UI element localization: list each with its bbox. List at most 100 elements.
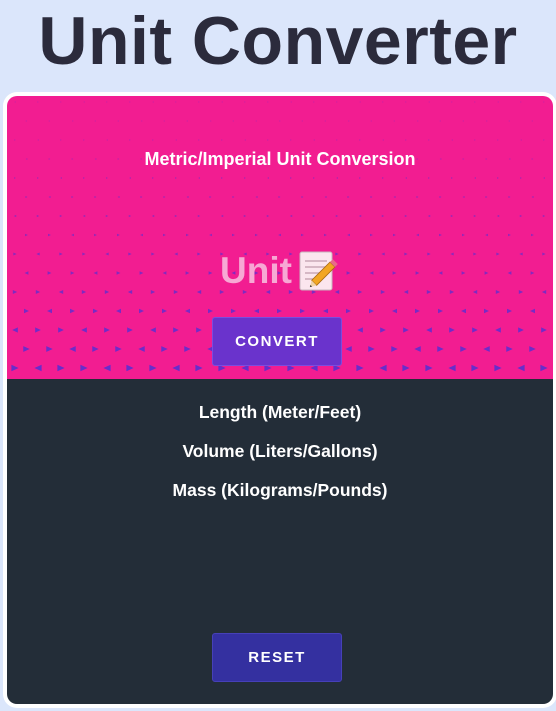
- pattern-triangle: [25, 233, 28, 237]
- pattern-triangle: [69, 346, 76, 352]
- pattern-triangle: [393, 233, 396, 237]
- pattern-triangle: [163, 233, 166, 237]
- pattern-triangle: [359, 177, 361, 179]
- pattern-triangle: [69, 308, 76, 314]
- pattern-triangle: [34, 364, 42, 372]
- pattern-triangle: [460, 308, 467, 314]
- pattern-triangle: [14, 177, 16, 179]
- pattern-triangle: [359, 101, 361, 103]
- pattern-triangle: [161, 346, 168, 352]
- pattern-triangle: [37, 139, 39, 141]
- pattern-triangle: [494, 364, 502, 372]
- pattern-triangle: [209, 196, 212, 198]
- pattern-triangle: [197, 214, 201, 218]
- pattern-triangle: [267, 101, 269, 103]
- pattern-triangle: [345, 346, 352, 352]
- pattern-triangle: [289, 214, 293, 218]
- pattern-triangle: [543, 101, 545, 103]
- pattern-triangle: [230, 308, 237, 314]
- pattern-triangle: [370, 196, 373, 198]
- pattern-triangle: [255, 233, 258, 237]
- pattern-triangle: [71, 233, 74, 237]
- pattern-triangle: [14, 139, 16, 141]
- pattern-triangle: [405, 101, 407, 103]
- pattern-triangle: [105, 214, 109, 218]
- pattern-triangle: [163, 120, 166, 122]
- pattern-triangle: [520, 177, 522, 179]
- pattern-triangle: [115, 346, 122, 352]
- hero-section: Metric/Imperial Unit Conversion Unit CON…: [7, 96, 553, 379]
- pattern-triangle: [347, 196, 350, 198]
- pattern-triangle: [359, 139, 361, 141]
- pattern-triangle: [416, 233, 419, 237]
- pattern-triangle: [138, 308, 145, 314]
- pattern-triangle: [278, 196, 281, 198]
- pattern-triangle: [414, 308, 421, 314]
- pattern-triangle: [57, 364, 65, 372]
- pattern-triangle: [474, 101, 476, 103]
- unit-heading-text: Unit: [220, 250, 292, 291]
- pattern-triangle: [221, 139, 223, 141]
- pattern-triangle: [474, 139, 476, 141]
- pattern-triangle: [357, 327, 363, 333]
- pattern-triangle: [198, 139, 200, 141]
- pattern-triangle: [207, 308, 214, 314]
- pattern-triangle: [322, 308, 329, 314]
- pattern-triangle: [437, 308, 444, 314]
- pattern-triangle: [324, 120, 327, 122]
- pattern-triangle: [82, 214, 86, 218]
- pattern-triangle: [517, 364, 525, 372]
- pattern-triangle: [244, 101, 246, 103]
- pattern-triangle: [92, 346, 99, 352]
- pattern-triangle: [483, 346, 490, 352]
- pattern-triangle: [299, 308, 306, 314]
- pattern-triangle: [403, 327, 409, 333]
- pattern-triangle: [138, 346, 145, 352]
- pattern-triangle: [60, 177, 62, 179]
- pattern-triangle: [370, 120, 373, 122]
- pattern-triangle: [173, 327, 179, 333]
- pattern-triangle: [497, 177, 499, 179]
- pattern-triangle: [175, 177, 177, 179]
- pattern-triangle: [462, 233, 465, 237]
- mass-result: Mass (Kilograms/Pounds): [172, 480, 388, 500]
- pattern-triangle: [129, 177, 131, 179]
- pattern-triangle: [405, 139, 407, 141]
- pattern-triangle: [243, 214, 247, 218]
- pattern-triangle: [451, 101, 453, 103]
- pattern-triangle: [255, 196, 258, 198]
- pattern-triangle: [196, 327, 202, 333]
- pattern-triangle: [508, 196, 511, 198]
- pattern-triangle: [425, 364, 433, 372]
- pattern-triangle: [83, 101, 85, 103]
- pattern-triangle: [485, 233, 488, 237]
- pattern-triangle: [140, 233, 143, 237]
- reset-button[interactable]: RESET: [212, 633, 342, 682]
- pattern-triangle: [25, 120, 28, 122]
- pattern-triangle: [391, 346, 398, 352]
- pattern-triangle: [426, 327, 432, 333]
- pattern-triangle: [290, 101, 292, 103]
- pattern-triangle: [416, 120, 419, 122]
- pattern-triangle: [186, 196, 189, 198]
- pattern-triangle: [60, 101, 62, 103]
- pattern-triangle: [531, 233, 534, 237]
- subtitle: Metric/Imperial Unit Conversion: [144, 149, 416, 169]
- pattern-triangle: [462, 120, 465, 122]
- pattern-triangle: [462, 196, 465, 198]
- pattern-triangle: [48, 196, 51, 198]
- pattern-triangle: [531, 196, 534, 198]
- pattern-triangle: [336, 139, 338, 141]
- convert-button[interactable]: CONVERT: [212, 317, 342, 366]
- pattern-triangle: [48, 120, 51, 122]
- pattern-triangle: [379, 364, 387, 372]
- converter-card-inner: Metric/Imperial Unit Conversion Unit CON…: [7, 96, 553, 704]
- pattern-triangle: [186, 120, 189, 122]
- pattern-triangle: [439, 196, 442, 198]
- pattern-triangle: [474, 177, 476, 179]
- pattern-triangle: [313, 177, 315, 179]
- pattern-triangle: [520, 139, 522, 141]
- pattern-triangle: [347, 120, 350, 122]
- pattern-triangle: [451, 139, 453, 141]
- pattern-triangle: [94, 233, 97, 237]
